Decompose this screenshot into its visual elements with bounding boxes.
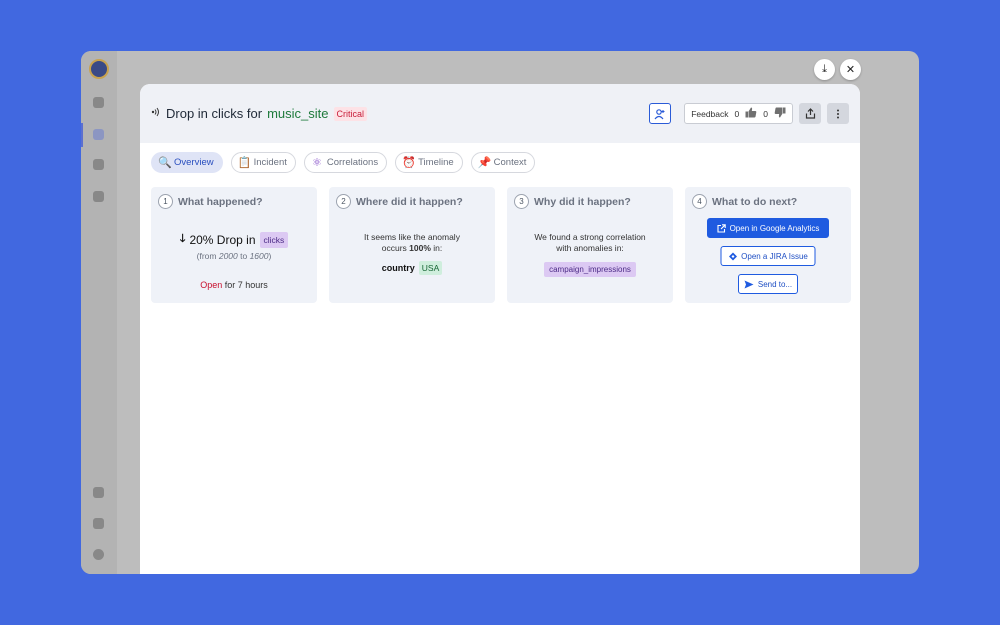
card-title: What happened?	[178, 195, 263, 208]
step-number: 4	[692, 194, 707, 209]
range-to: 1600	[249, 251, 269, 261]
more-options-button[interactable]	[827, 103, 849, 124]
download-button[interactable]: ⤓	[814, 59, 835, 80]
range-from: 2000	[218, 251, 238, 261]
feedback-label: Feedback	[691, 108, 729, 119]
tab-label: Context	[493, 157, 527, 168]
feedback-group: Feedback 0 0	[684, 103, 793, 124]
correlated-metric-badge[interactable]: campaign_impressions	[544, 262, 636, 277]
tab-incident[interactable]: 📋 Incident	[230, 152, 296, 173]
tab-bar: 🔍 Overview 📋 Incident ⚛ Correlations ⏰ T…	[151, 152, 536, 173]
metric-badge[interactable]: clicks	[259, 231, 289, 248]
button-label: Open a JIRA Issue	[741, 251, 808, 261]
range-prefix: (from	[196, 251, 219, 261]
external-link-icon	[717, 223, 726, 233]
step-number: 2	[336, 194, 351, 209]
correlated-metric-row: campaign_impressions	[507, 259, 673, 277]
range-suffix: )	[268, 251, 272, 261]
tab-context[interactable]: 📌 Context	[470, 152, 536, 173]
duration-text: for 7 hours	[224, 280, 268, 290]
percentage: 100%	[409, 243, 431, 253]
tab-label: Correlations	[326, 157, 379, 168]
search-icon	[93, 159, 104, 170]
download-icon: ⤓	[822, 63, 827, 75]
title-text: Drop in clicks for	[166, 106, 263, 121]
open-jira-issue-button[interactable]: Open a JIRA Issue	[720, 246, 816, 266]
close-icon: ✕	[845, 64, 856, 76]
pushpin-icon: 📌	[477, 157, 492, 169]
close-button[interactable]: ✕	[840, 59, 861, 80]
atom-icon: ⚛	[311, 157, 322, 169]
where-description: It seems like the anomaly occurs 100% in…	[329, 232, 495, 254]
dashboard-icon	[93, 191, 104, 202]
jira-icon	[728, 252, 737, 260]
tab-label: Incident	[253, 157, 287, 168]
link-icon	[93, 487, 104, 498]
what-happened-card: 1 What happened? 🡓 20% Drop in clicks (f…	[151, 187, 317, 303]
open-google-analytics-button[interactable]: Open in Google Analytics	[707, 218, 829, 238]
more-vertical-icon	[837, 109, 839, 118]
change-summary: 🡓 20% Drop in clicks	[151, 230, 317, 249]
button-label: Open in Google Analytics	[729, 223, 820, 233]
line-prefix: occurs	[381, 243, 410, 253]
entity-name[interactable]: music_site	[267, 106, 328, 121]
signal-icon	[151, 107, 161, 120]
step-number: 1	[158, 194, 173, 209]
tab-label: Overview	[174, 157, 214, 168]
app-sidebar	[81, 51, 117, 574]
dimension-row: country USA	[329, 261, 495, 275]
where-line-2: occurs 100% in:	[329, 243, 495, 254]
alerts-icon	[93, 129, 104, 140]
share-icon	[805, 108, 815, 119]
where-line-1: It seems like the anomaly	[364, 232, 460, 242]
button-label: Send to...	[757, 279, 793, 289]
docs-icon	[93, 518, 104, 529]
send-to-button[interactable]: Send to...	[738, 274, 798, 294]
why-line-2: with anomalies in:	[556, 243, 624, 253]
assign-user-button[interactable]	[649, 103, 672, 124]
dislike-count: 0	[763, 108, 768, 119]
app-logo	[89, 59, 109, 79]
share-button[interactable]	[799, 103, 821, 124]
card-title: What to do next?	[712, 195, 798, 208]
range-mid: to	[237, 251, 250, 261]
send-icon	[744, 280, 754, 288]
why-happened-card: 3 Why did it happen? We found a strong c…	[507, 187, 673, 303]
change-text: 20% Drop in	[189, 232, 256, 247]
assign-user-icon	[654, 108, 665, 119]
bell-icon	[93, 97, 104, 108]
overview-cards: 1 What happened? 🡓 20% Drop in clicks (f…	[151, 187, 851, 303]
sidebar-active-indicator	[81, 123, 83, 147]
like-count: 0	[734, 108, 740, 119]
dimension-value-badge[interactable]: USA	[418, 261, 443, 275]
tab-overview[interactable]: 🔍 Overview	[151, 152, 223, 173]
where-happened-card: 2 Where did it happen? It seems like the…	[329, 187, 495, 303]
card-title: Where did it happen?	[356, 195, 463, 208]
incident-title: Drop in clicks for music_site Critical	[151, 106, 649, 121]
clipboard-icon: 📋	[237, 157, 252, 169]
status-text: Open	[200, 280, 223, 290]
user-avatar-icon	[93, 549, 104, 560]
status-line: Open for 7 hours	[151, 280, 317, 290]
value-range: (from 2000 to 1600)	[151, 251, 317, 261]
tab-correlations[interactable]: ⚛ Correlations	[303, 152, 388, 173]
line-suffix: in:	[430, 243, 443, 253]
tab-timeline[interactable]: ⏰ Timeline	[395, 152, 463, 173]
thumbs-down-icon[interactable]	[774, 107, 786, 121]
next-steps-card: 4 What to do next? Open in Google Analyt…	[685, 187, 851, 303]
step-number: 3	[514, 194, 529, 209]
why-line-1: We found a strong correlation	[534, 232, 646, 242]
thumbs-up-icon[interactable]	[745, 107, 757, 121]
dimension-name: country	[381, 263, 415, 273]
severity-badge: Critical	[333, 106, 368, 121]
card-title: Why did it happen?	[534, 195, 631, 208]
magnifier-icon: 🔍	[158, 157, 172, 169]
tab-label: Timeline	[418, 157, 454, 168]
why-description: We found a strong correlation with anoma…	[507, 232, 673, 254]
incident-modal: Drop in clicks for music_site Critical F…	[140, 84, 860, 574]
arrow-down-icon: 🡓	[179, 233, 186, 245]
modal-header: Drop in clicks for music_site Critical F…	[140, 84, 860, 143]
alarm-clock-icon: ⏰	[402, 157, 416, 169]
